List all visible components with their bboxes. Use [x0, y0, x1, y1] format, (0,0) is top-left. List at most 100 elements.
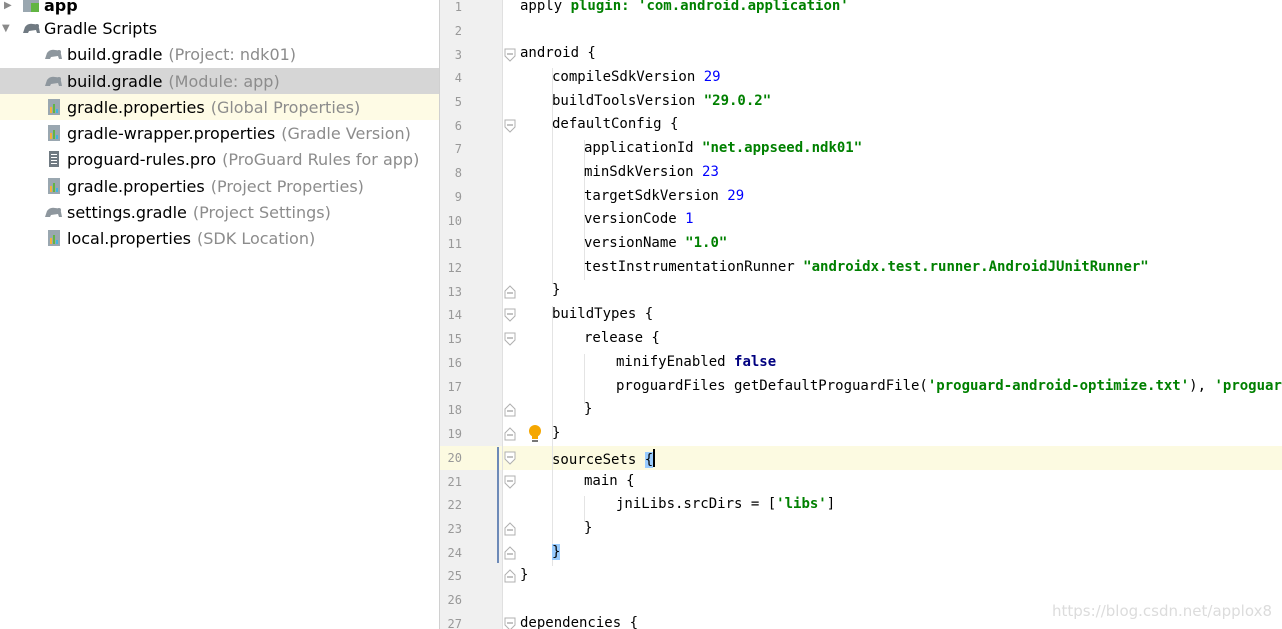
tree-file-build-gradle-project[interactable]: build.gradle (Project: ndk01): [0, 41, 439, 67]
code-line-23[interactable]: }: [584, 520, 592, 536]
line-number: 17: [447, 380, 462, 394]
code-line-9[interactable]: targetSdkVersion 29: [584, 188, 744, 204]
gutter-divider: [502, 0, 503, 629]
code-line-18[interactable]: }: [584, 401, 592, 417]
line-number: 27: [447, 617, 462, 629]
fold-open-icon[interactable]: [504, 119, 516, 133]
line-number: 1: [454, 0, 462, 14]
gradle-elephant-icon: [43, 203, 63, 221]
indent-guide: [584, 354, 585, 404]
fold-close-icon[interactable]: [504, 427, 516, 441]
code-line-20[interactable]: sourceSets {: [552, 449, 656, 468]
fold-open-icon[interactable]: [504, 475, 516, 489]
lightbulb-icon[interactable]: [528, 424, 542, 444]
tree-file-local-properties[interactable]: local.properties (SDK Location): [0, 225, 439, 251]
line-number: 9: [454, 190, 462, 204]
tree-file-label: build.gradle (Module: app): [67, 71, 280, 91]
code-line-10[interactable]: versionCode 1: [584, 211, 694, 227]
code-line-25[interactable]: }: [520, 567, 528, 583]
code-line-16[interactable]: minifyEnabled false: [616, 354, 776, 370]
line-number: 14: [447, 308, 462, 322]
fold-open-icon[interactable]: [504, 48, 516, 62]
code-line-4[interactable]: compileSdkVersion 29: [552, 69, 721, 85]
code-line-12[interactable]: testInstrumentationRunner "androidx.test…: [584, 259, 1149, 275]
line-number: 24: [447, 546, 462, 560]
code-line-17[interactable]: proguardFiles getDefaultProguardFile('pr…: [616, 378, 1282, 394]
tree-file-proguard-rules[interactable]: proguard-rules.pro (ProGuard Rules for ap…: [0, 146, 439, 172]
line-number: 13: [447, 285, 462, 299]
line-number: 15: [447, 332, 462, 346]
code-line-27[interactable]: dependencies {: [520, 615, 638, 629]
vcs-change-marker[interactable]: [497, 447, 499, 563]
matched-brace: }: [552, 544, 561, 560]
line-number: 25: [447, 569, 462, 583]
line-number: 5: [454, 95, 462, 109]
code-line-24[interactable]: }: [552, 544, 561, 560]
fold-open-icon[interactable]: [504, 617, 516, 629]
matched-brace: {: [644, 452, 654, 468]
line-number: 16: [447, 356, 462, 370]
project-tree-panel: ▶ app ▼ Gradle Scripts build.gradle (Proj…: [0, 0, 440, 629]
code-line-1[interactable]: apply plugin: 'com.android.application': [520, 0, 849, 14]
fold-open-icon[interactable]: [504, 332, 516, 346]
line-number: 19: [447, 427, 462, 441]
code-line-22[interactable]: jniLibs.srcDirs = ['libs']: [616, 496, 835, 512]
fold-open-icon[interactable]: [504, 451, 516, 465]
line-number: 23: [447, 522, 462, 536]
fold-close-icon[interactable]: [504, 285, 516, 299]
line-number: 18: [447, 403, 462, 417]
line-number: 26: [447, 593, 462, 607]
line-number: 4: [454, 71, 462, 85]
properties-file-icon: [44, 98, 64, 116]
tree-file-label: build.gradle (Project: ndk01): [67, 44, 297, 64]
code-line-3[interactable]: android {: [520, 45, 596, 61]
tree-file-label: settings.gradle (Project Settings): [67, 202, 331, 222]
text-file-icon: [44, 150, 64, 168]
tree-file-label: gradle.properties (Global Properties): [67, 97, 361, 117]
properties-file-icon: [44, 124, 64, 142]
code-line-19[interactable]: }: [552, 425, 560, 441]
properties-file-icon: [44, 229, 64, 247]
tree-file-settings-gradle[interactable]: settings.gradle (Project Settings): [0, 199, 439, 225]
line-number: 22: [447, 498, 462, 512]
line-number: 20: [447, 451, 462, 465]
tree-file-gradle-properties-project[interactable]: gradle.properties (Project Properties): [0, 173, 439, 199]
line-number: 3: [454, 48, 462, 62]
code-line-8[interactable]: minSdkVersion 23: [584, 164, 719, 180]
fold-close-icon[interactable]: [504, 403, 516, 417]
code-line-5[interactable]: buildToolsVersion "29.0.2": [552, 93, 771, 109]
gradle-elephant-icon: [43, 45, 63, 63]
collapsed-arrow-icon[interactable]: ▶: [4, 0, 12, 11]
code-editor[interactable]: 1 2 3 4 5 6 7 8 9 10 11 12 13 14 15 16 1…: [440, 0, 1282, 629]
tree-file-label: proguard-rules.pro (ProGuard Rules for ap…: [67, 149, 420, 169]
tree-file-gradle-wrapper-properties[interactable]: gradle-wrapper.properties (Gradle Version…: [0, 120, 439, 146]
fold-close-icon[interactable]: [504, 546, 516, 560]
tree-node-label: Gradle Scripts: [44, 18, 158, 38]
line-number: 8: [454, 166, 462, 180]
gradle-elephant-icon: [43, 72, 63, 90]
code-line-15[interactable]: release {: [584, 330, 660, 346]
indent-guide: [584, 496, 585, 522]
tree-node-gradle-scripts[interactable]: ▼ Gradle Scripts: [0, 15, 439, 41]
code-line-21[interactable]: main {: [584, 473, 635, 489]
expanded-arrow-icon[interactable]: ▼: [2, 23, 10, 34]
line-number: 7: [454, 142, 462, 156]
code-line-13[interactable]: }: [552, 282, 560, 298]
tree-file-label: local.properties (SDK Location): [67, 228, 316, 248]
code-line-7[interactable]: applicationId "net.appseed.ndk01": [584, 140, 862, 156]
code-line-14[interactable]: buildTypes {: [552, 306, 653, 322]
tree-file-build-gradle-module[interactable]: build.gradle (Module: app): [0, 68, 439, 94]
code-line-11[interactable]: versionName "1.0": [584, 235, 727, 251]
tree-file-gradle-properties-global[interactable]: gradle.properties (Global Properties): [0, 94, 439, 120]
tree-file-label: gradle.properties (Project Properties): [67, 176, 364, 196]
line-number: 10: [447, 214, 462, 228]
fold-open-icon[interactable]: [504, 308, 516, 322]
tree-file-label: gradle-wrapper.properties (Gradle Version…: [67, 123, 411, 143]
fold-close-icon[interactable]: [504, 569, 516, 583]
properties-file-icon: [44, 177, 64, 195]
line-number: 2: [454, 24, 462, 38]
fold-close-icon[interactable]: [504, 522, 516, 536]
gradle-scripts-icon: [21, 19, 41, 37]
code-line-6[interactable]: defaultConfig {: [552, 116, 678, 132]
tree-node-label: app: [44, 0, 78, 15]
